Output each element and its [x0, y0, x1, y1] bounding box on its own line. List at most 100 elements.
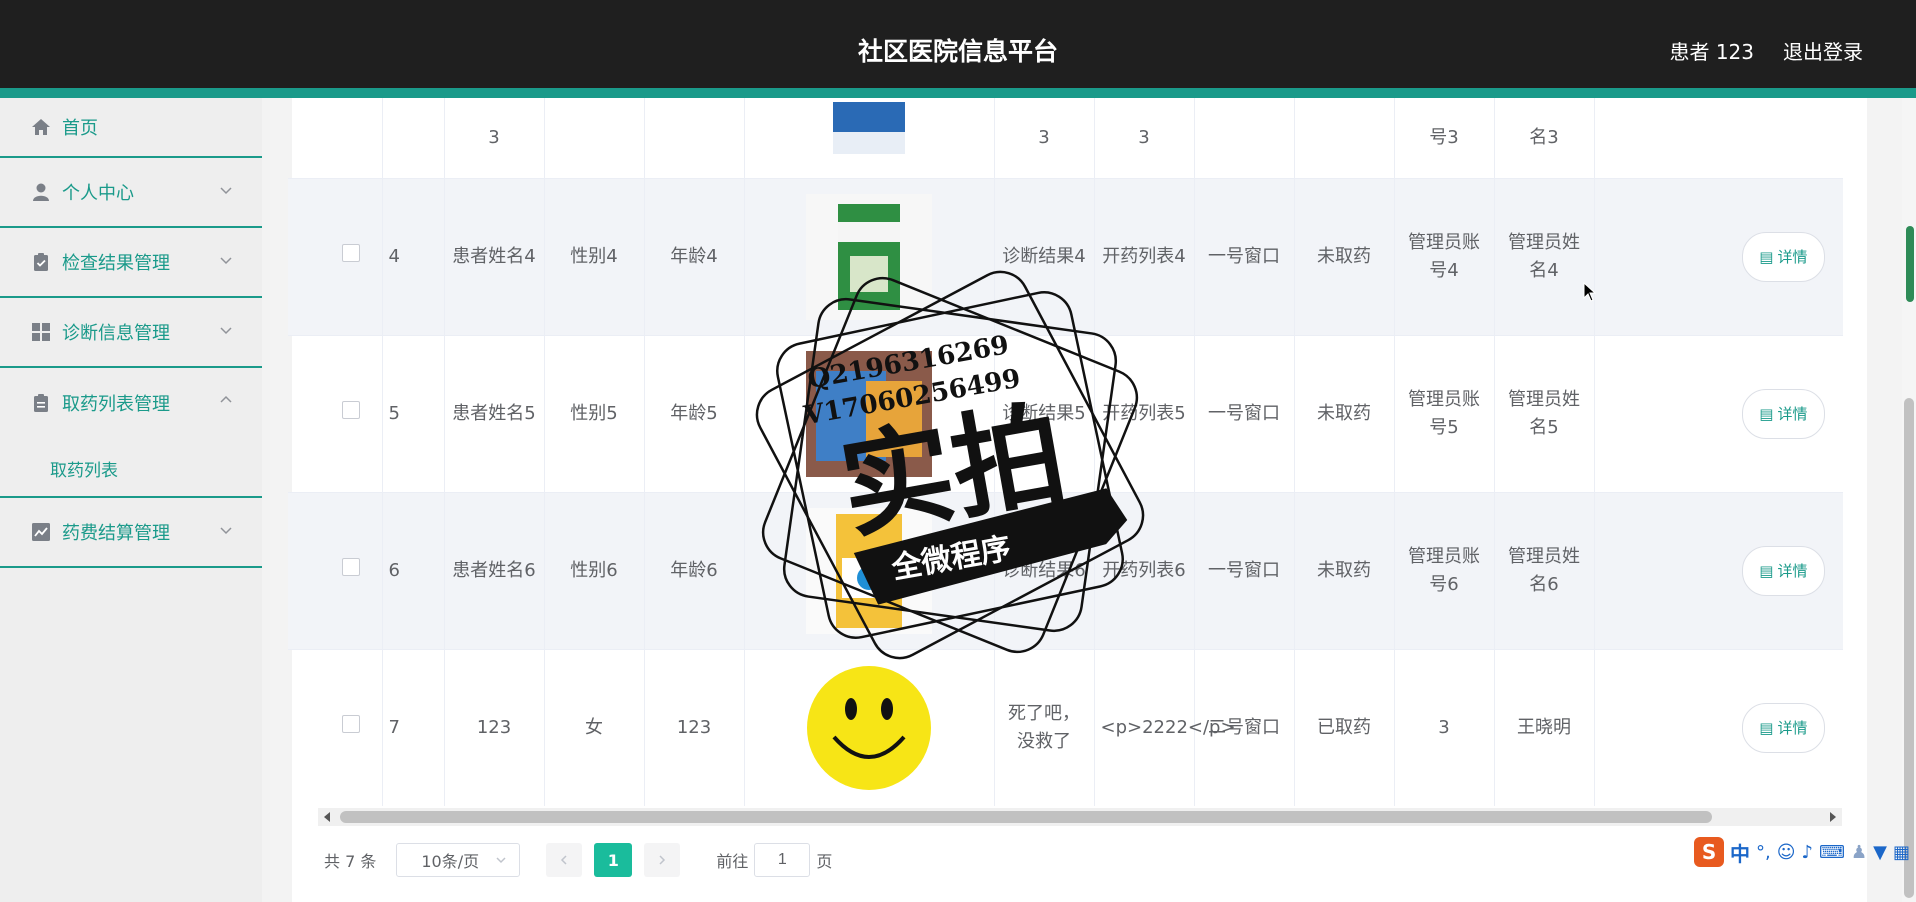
grid-icon	[30, 321, 52, 343]
table-row: 3 3 3 号3 名3	[288, 98, 1843, 179]
cell-diagnosis: 诊断结果4	[994, 178, 1095, 336]
sidebar-item-label: 首页	[62, 118, 98, 139]
emoji-icon[interactable]: ☺	[1777, 842, 1796, 863]
cell-age: 123	[644, 649, 745, 806]
detail-button[interactable]: ▤ 详情	[1742, 545, 1825, 596]
sogou-logo-icon[interactable]: S	[1694, 837, 1725, 867]
detail-button[interactable]: ▤ 详情	[1742, 231, 1825, 282]
sidebar-item-label: 药费结算管理	[62, 523, 170, 544]
cell-prescription: 开药列表6	[1094, 492, 1195, 650]
cell-status: 未取药	[1294, 335, 1395, 493]
page-number-current[interactable]: 1	[594, 843, 633, 877]
cell-window: 一号窗口	[1194, 492, 1295, 650]
cell-admin-name: 管理员姓名4	[1494, 178, 1595, 336]
mouse-cursor-icon	[1583, 282, 1597, 302]
cell-admin-name: 管理员姓名6	[1494, 492, 1595, 650]
person-icon	[30, 181, 52, 203]
clipboard-icon	[30, 392, 52, 414]
cell: 名3	[1494, 98, 1595, 179]
scroll-right-arrow-icon[interactable]	[1828, 811, 1838, 823]
sidebar-item-label: 检查结果管理	[62, 253, 170, 274]
cell: 号3	[1394, 98, 1495, 179]
chevron-right-icon	[659, 855, 666, 865]
ime-language[interactable]: 中	[1730, 838, 1750, 867]
app-title: 社区医院信息平台	[857, 37, 1058, 66]
next-page-button[interactable]	[644, 843, 681, 877]
total-count: 共 7 条	[324, 852, 377, 871]
punctuation-icon[interactable]: °,	[1756, 842, 1771, 863]
smiley-image	[744, 649, 995, 806]
keyboard-icon[interactable]: ⌨	[1819, 842, 1845, 863]
sidebar-subitem-pickup-list[interactable]: 取药列表	[0, 438, 262, 481]
row-checkbox[interactable]	[341, 243, 360, 262]
sidebar-item-home[interactable]: 首页	[0, 98, 262, 158]
sidebar-item-label: 诊断信息管理	[62, 323, 170, 344]
detail-label: 详情	[1777, 718, 1808, 737]
microphone-icon[interactable]: ♪	[1802, 842, 1814, 863]
toolbox-icon[interactable]: ▦	[1893, 842, 1910, 863]
scrollbar-thumb[interactable]	[340, 811, 1712, 823]
cell-diagnosis: 诊断结果6	[994, 492, 1095, 650]
page-size-select[interactable]: 10条/页	[396, 843, 521, 877]
horizontal-scrollbar[interactable]	[318, 808, 1842, 826]
cell-admin-account: 管理员账号4	[1394, 178, 1495, 336]
header-accent-bar	[0, 88, 1916, 98]
sidebar-item-exam-results[interactable]: 检查结果管理	[0, 228, 262, 298]
sidebar: 首页 个人中心 检查结果管理 诊断信息管理 取药列表管理 取药列表 药费结算管理	[0, 98, 262, 902]
cell-status: 已取药	[1294, 649, 1395, 806]
detail-label: 详情	[1777, 247, 1808, 266]
cell-age: 年龄4	[644, 178, 745, 336]
ime-toolbar: S 中 °, ☺ ♪ ⌨ ♟ ▼ ▦	[1688, 834, 1916, 870]
table-row: 7 123 女 123 死了吧，没救了 <p>2222</p> 二号窗口 已取药…	[288, 649, 1843, 806]
document-icon: ▤	[1759, 404, 1774, 423]
sidebar-item-pickup-list-mgmt[interactable]: 取药列表管理	[0, 368, 262, 438]
sidebar-item-personal-center[interactable]: 个人中心	[0, 158, 262, 228]
detail-button[interactable]: ▤ 详情	[1742, 388, 1825, 439]
skin-icon[interactable]: ▼	[1873, 842, 1887, 863]
logout-link[interactable]: 退出登录	[1783, 36, 1863, 65]
chevron-down-icon	[220, 187, 232, 195]
document-icon: ▤	[1759, 561, 1774, 580]
chevron-left-icon	[561, 855, 567, 865]
cell-admin-account: 管理员账号6	[1394, 492, 1495, 650]
row-checkbox[interactable]	[341, 557, 360, 576]
cell: 3	[1094, 98, 1195, 179]
detail-button[interactable]: ▤ 详情	[1742, 702, 1825, 753]
top-bar: 社区医院信息平台 患者 123 退出登录	[0, 0, 1916, 98]
cell: 3	[444, 98, 545, 179]
cell-diagnosis: 死了吧，没救了	[994, 649, 1095, 806]
page-unit-label: 页	[816, 852, 833, 871]
cell-diagnosis: 诊断结果5	[994, 335, 1095, 493]
chevron-up-icon	[220, 395, 232, 403]
cell-id: 5	[382, 335, 445, 493]
chevron-down-icon	[496, 857, 506, 864]
prev-page-button[interactable]	[546, 843, 583, 877]
vertical-scrollbar-thumb[interactable]	[1904, 398, 1914, 898]
cell-name: 患者姓名6	[444, 492, 545, 650]
cell-id: 4	[382, 178, 445, 336]
sidebar-item-diagnosis[interactable]: 诊断信息管理	[0, 298, 262, 368]
vertical-scrollbar[interactable]	[1902, 98, 1916, 902]
user-icon[interactable]: ♟	[1851, 842, 1867, 863]
cell-prescription: 开药列表5	[1094, 335, 1195, 493]
cell-admin-account: 管理员账号5	[1394, 335, 1495, 493]
cell-name: 患者姓名4	[444, 178, 545, 336]
cell-prescription: 开药列表4	[1094, 178, 1195, 336]
goto-page-input[interactable]	[754, 843, 811, 877]
cell-window: 一号窗口	[1194, 335, 1295, 493]
detail-label: 详情	[1777, 404, 1808, 423]
medicine-image	[744, 98, 995, 179]
cell-status: 未取药	[1294, 492, 1395, 650]
home-icon	[30, 116, 52, 138]
scroll-left-arrow-icon[interactable]	[322, 811, 332, 823]
sidebar-item-label: 个人中心	[62, 183, 134, 204]
row-checkbox[interactable]	[341, 714, 360, 733]
medicine-image	[744, 335, 995, 493]
cell-gender: 性别6	[544, 492, 645, 650]
chevron-down-icon	[220, 257, 232, 265]
pagination: 共 7 条 10条/页 1 前往 页	[324, 842, 832, 878]
table-row: 6 患者姓名6 性别6 年龄6 诊断结果6 开药列表6 一号窗口 未取药 管理员…	[288, 492, 1843, 650]
chevron-down-icon	[220, 327, 232, 335]
sidebar-item-fee-settlement[interactable]: 药费结算管理	[0, 498, 262, 568]
row-checkbox[interactable]	[341, 400, 360, 419]
